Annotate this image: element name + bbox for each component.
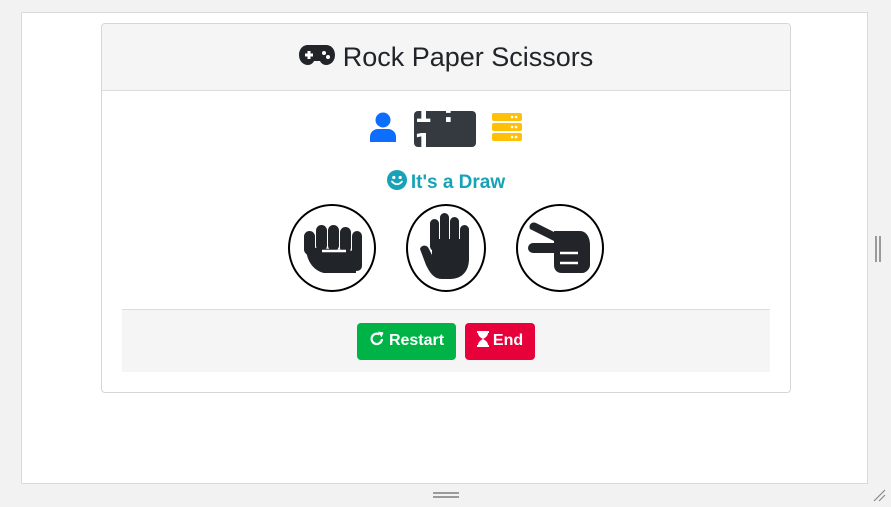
right-resize-handle[interactable]: [875, 236, 881, 262]
end-label: End: [492, 332, 524, 349]
score-badge: 1 : 1: [414, 99, 476, 159]
user-icon: [370, 112, 396, 147]
hand-scissors-icon: [528, 219, 592, 278]
redo-icon: [369, 331, 385, 352]
rock-button[interactable]: [288, 204, 376, 292]
corner-resize-handle[interactable]: [872, 488, 886, 507]
server-icon: [492, 112, 522, 146]
scissors-button[interactable]: [516, 204, 604, 292]
restart-button[interactable]: Restart: [357, 322, 456, 360]
bottom-resize-handle[interactable]: [433, 492, 459, 498]
result-text: It's a Draw: [410, 171, 506, 193]
result-message: It's a Draw: [102, 170, 790, 195]
game-card: Rock Paper Scissors 1 : 1 It's a Draw Re…: [101, 23, 791, 393]
page-title: Rock Paper Scissors: [342, 41, 594, 72]
hourglass-icon: [476, 330, 489, 352]
end-button[interactable]: End: [465, 322, 535, 360]
hand-paper-icon: [418, 212, 474, 284]
hand-rock-icon: [300, 217, 364, 280]
smile-icon: [386, 170, 407, 195]
gamepad-icon: [298, 44, 335, 71]
restart-label: Restart: [388, 332, 445, 349]
card-footer: Restart End: [122, 309, 770, 372]
scoreboard: 1 : 1: [102, 99, 790, 159]
app-frame: Rock Paper Scissors 1 : 1 It's a Draw Re…: [21, 12, 868, 484]
choice-buttons: [102, 204, 790, 292]
card-header: Rock Paper Scissors: [102, 24, 790, 91]
paper-button[interactable]: [406, 204, 486, 292]
